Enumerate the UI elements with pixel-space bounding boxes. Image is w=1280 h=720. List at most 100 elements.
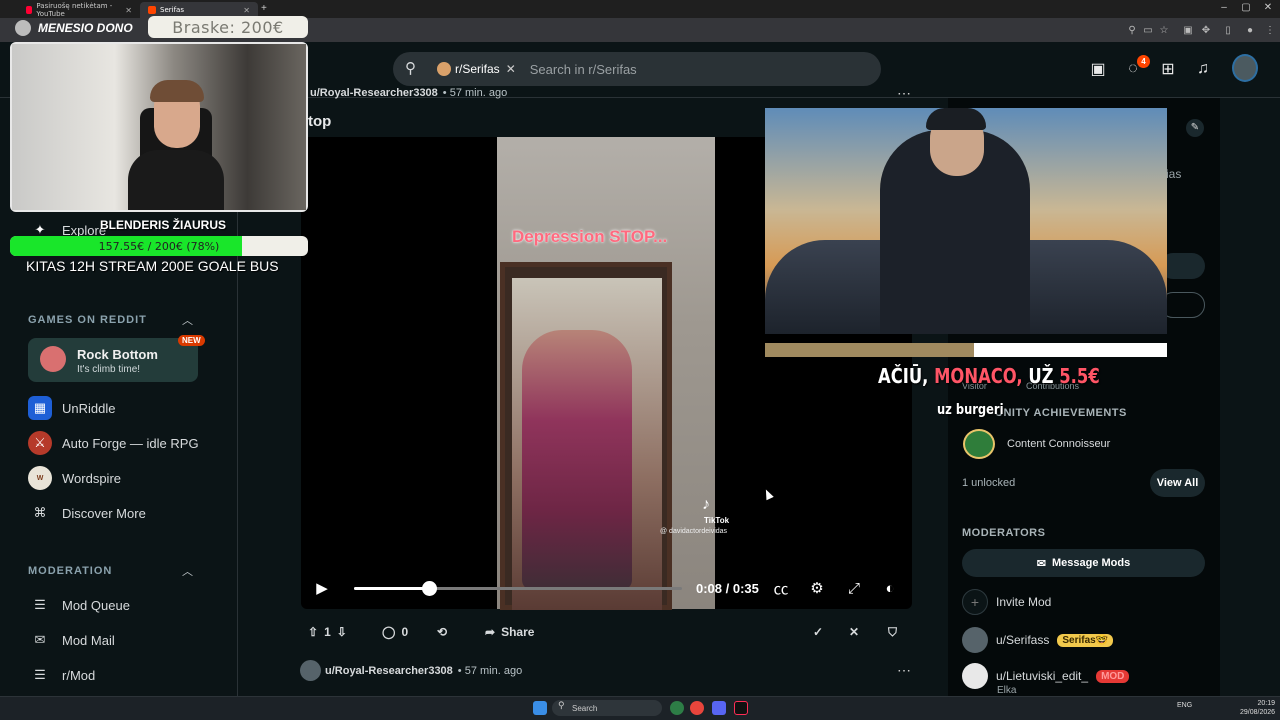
search-input[interactable]: Search in r/Serifas [530, 62, 637, 77]
sidebar-item-unriddle[interactable]: ▦ UnRiddle [28, 393, 115, 423]
author-avatar[interactable] [300, 660, 321, 681]
app-icon[interactable] [670, 701, 684, 715]
alert-progress-fill [765, 343, 975, 357]
clear-chip-icon[interactable]: ✕ [506, 62, 516, 76]
post-title[interactable]: top [308, 113, 331, 130]
sidebar-item-auto-forge[interactable]: ⚔ Auto Forge — idle RPG [28, 428, 199, 458]
discord-icon[interactable] [712, 701, 726, 715]
moderator-row[interactable]: u/Serifass Serifas🤓 [962, 626, 1114, 654]
start-icon[interactable] [533, 701, 547, 715]
moderator-row[interactable]: u/Lietuviski_edit_ MOD [962, 662, 1130, 690]
search-icon: ⚲ [558, 700, 565, 710]
search-bar[interactable]: ⚲ r/Serifas ✕ Search in r/Serifas [393, 52, 881, 86]
create-post-icon[interactable]: ⊞ [1157, 58, 1179, 80]
approve-button[interactable]: ✓ [813, 620, 823, 644]
upvote-icon[interactable]: ⇧ [308, 625, 318, 639]
close-tab-icon[interactable]: ✕ [125, 6, 132, 15]
chevron-up-icon[interactable]: ︿ [182, 312, 193, 328]
post-options-icon[interactable]: ⋯ [897, 85, 911, 102]
sidebar-item-r-mod[interactable]: ☰ r/Mod [28, 660, 95, 690]
close-tab-icon[interactable]: ✕ [243, 6, 250, 15]
gamepad-icon: ⌘ [33, 505, 47, 520]
comment-icon: ◯ [382, 625, 396, 639]
r-mod-icon: ☰ [34, 667, 46, 682]
captions-icon[interactable]: ㏄ [771, 578, 791, 598]
stream-banner: KITAS 12H STREAM 200E GOALE BUS [26, 258, 279, 274]
crosspost-icon: ⟲ [437, 625, 448, 639]
window-close-icon[interactable]: ✕ [1258, 2, 1278, 13]
user-flair: MOD [1096, 669, 1130, 683]
checkmark-icon: ✓ [813, 625, 824, 639]
user-avatar[interactable] [1232, 54, 1258, 82]
zoom-icon[interactable]: ⚲ [1124, 22, 1140, 38]
notifications-icon[interactable]: ♫ [1192, 58, 1214, 80]
moderator-subtext: Elka [997, 685, 1017, 696]
taskbar-search[interactable]: Search [552, 700, 662, 716]
sidebar-item-wordspire[interactable]: W Wordspire [28, 463, 121, 493]
browser-menu-icon[interactable]: ⋮ [1262, 22, 1278, 38]
moderator-avatar [962, 627, 988, 653]
settings-gear-icon[interactable]: ⚙ [807, 578, 827, 598]
remove-button[interactable]: ✕ [849, 620, 859, 644]
post-options-icon[interactable]: ⋯ [897, 662, 911, 679]
donation-goal-text: 157.55€ / 200€ (78%) [98, 239, 220, 253]
user-flair: Serifas🤓 [1057, 633, 1114, 647]
extension-icon[interactable]: ▣ [1180, 22, 1196, 38]
play-icon[interactable]: ▶ [312, 578, 332, 598]
latest-donor-name: BLENDERIS ŽIAURUS [100, 218, 227, 232]
monthly-dono-label: MENESIO DONO [38, 21, 133, 35]
unriddle-icon: ▦ [28, 396, 52, 420]
subreddit-avatar [437, 62, 451, 76]
advertise-icon[interactable]: ▣ [1087, 58, 1109, 80]
chevron-up-icon[interactable]: ︿ [182, 563, 193, 579]
post-meta: u/Royal-Researcher3308 • 57 min. ago [310, 87, 507, 99]
extensions-puzzle-icon[interactable]: ✥ [1198, 22, 1214, 38]
sidebar-item-mod-queue[interactable]: ☰ Mod Queue [28, 590, 130, 620]
mod-shield-button[interactable]: ⛉ [888, 620, 897, 644]
sidebar-icon[interactable]: ▯ [1220, 22, 1236, 38]
share-icon: ➦ [485, 625, 496, 639]
x-icon: ✕ [849, 625, 860, 639]
moderators-title: MODERATORS [962, 527, 1046, 539]
tab-youtube[interactable]: Pasiruošę netikėtam - YouTube ✕ [18, 2, 140, 18]
webcam-body [128, 150, 224, 210]
post-time: • 57 min. ago [442, 87, 508, 99]
minimize-icon[interactable]: – [1214, 2, 1234, 13]
tiktok-app-icon[interactable] [734, 701, 748, 715]
new-tab-button[interactable]: + [261, 3, 267, 14]
sidebar-item-discover-more[interactable]: ⌘ Discover More [28, 498, 146, 528]
crosspost-button[interactable]: ⟲ [437, 620, 447, 644]
moderation-section-title: MODERATION [28, 565, 113, 577]
sidebar-item-mod-mail[interactable]: ✉ Mod Mail [28, 625, 115, 655]
bookmark-star-icon[interactable]: ☆ [1156, 22, 1172, 38]
webcam-hair [150, 80, 204, 102]
subreddit-chip[interactable]: r/Serifas ✕ [431, 57, 522, 81]
message-mods-button[interactable]: ✉ Message Mods [962, 549, 1205, 577]
volume-icon[interactable]: ◐ [880, 578, 900, 598]
post-author[interactable]: u/Royal-Researcher3308 [325, 665, 453, 677]
video-progress-fill [354, 587, 430, 590]
alert-video-cap [926, 108, 986, 130]
wordspire-icon: W [28, 466, 52, 490]
chrome-icon[interactable] [690, 701, 704, 715]
fullscreen-icon[interactable]: ⤢ [844, 578, 864, 598]
achievements-title: UNITY ACHIEVEMENTS [995, 407, 1127, 419]
downvote-icon[interactable]: ⇩ [337, 625, 347, 639]
language-indicator[interactable]: ENG [1177, 702, 1192, 709]
auto-forge-icon: ⚔ [28, 431, 52, 455]
profile-icon[interactable]: ● [1242, 22, 1258, 38]
post-author[interactable]: u/Royal-Researcher3308 [310, 87, 438, 99]
taskbar-clock[interactable]: 20:19 29/08/2026 [1240, 699, 1275, 717]
shield-icon: ⛉ [888, 624, 898, 639]
invite-mod-button[interactable]: + Invite Mod [962, 588, 1051, 616]
share-button[interactable]: ➦ Share [485, 620, 534, 644]
view-all-button[interactable]: View All [1150, 469, 1205, 497]
maximize-icon[interactable]: ▢ [1236, 2, 1256, 13]
comments-button[interactable]: ◯ 0 [382, 620, 408, 644]
description-fragment: ias [1166, 167, 1182, 181]
chat-badge: 4 [1137, 55, 1150, 68]
cast-icon[interactable]: ▭ [1140, 22, 1156, 38]
game-card-rock-bottom[interactable]: Rock Bottom It's climb time! [28, 338, 198, 382]
tiktok-icon: ♪ [702, 496, 710, 513]
edit-pencil-icon[interactable]: ✎ [1186, 119, 1204, 137]
